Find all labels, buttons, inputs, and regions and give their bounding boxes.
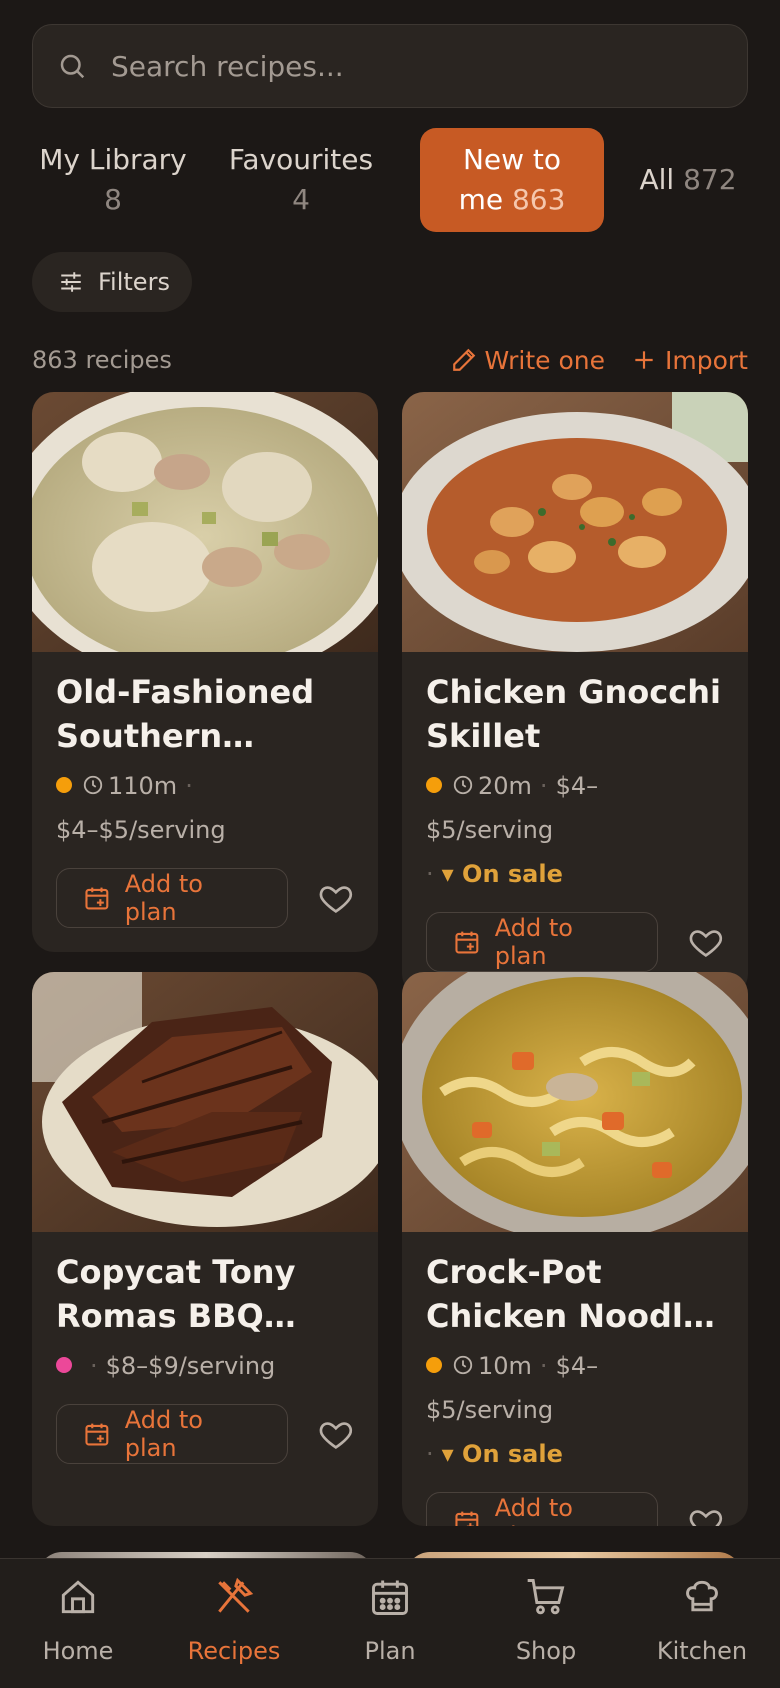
- recipe-price: $8–$9/serving: [105, 1352, 276, 1380]
- recipe-time: 10m: [478, 1352, 532, 1380]
- calendar-plus-icon: [85, 887, 109, 910]
- recipe-meta: 20m · $4–$5/serving · ▾ On sale: [426, 772, 599, 888]
- on-sale-badge[interactable]: ▾ On sale: [442, 860, 563, 888]
- heart-icon[interactable]: [688, 1504, 724, 1526]
- calendar-icon: [372, 1580, 408, 1615]
- nav-recipes[interactable]: Recipes: [156, 1559, 312, 1688]
- tab-favourites[interactable]: Favourites 4: [216, 128, 386, 232]
- import-button[interactable]: Import: [631, 346, 748, 375]
- import-label: Import: [665, 345, 748, 375]
- recipe-time: 20m: [478, 772, 532, 800]
- heart-icon[interactable]: [318, 1416, 354, 1452]
- tab-my-library[interactable]: My Library 8: [32, 128, 194, 232]
- recipe-card[interactable]: Copycat Tony Romas BBQ Baby Back Ribs ·$…: [32, 972, 378, 1526]
- calendar-plus-icon: [85, 1423, 109, 1446]
- cart-icon: [527, 1579, 565, 1615]
- recipe-photo: [402, 972, 748, 1232]
- recipe-time: 110m: [108, 772, 178, 800]
- tag-dot: [426, 1357, 442, 1373]
- recipe-meta: 10m · $4–$5/serving · ▾ On sale: [426, 1352, 599, 1468]
- nav-kitchen[interactable]: Kitchen: [624, 1559, 780, 1688]
- add-to-plan-button[interactable]: Add to plan: [56, 868, 289, 928]
- search-bar[interactable]: [32, 24, 748, 108]
- nav-home[interactable]: Home: [0, 1559, 156, 1688]
- chef-hat-icon: [686, 1580, 718, 1612]
- recipe-price: $4–$5/serving: [56, 816, 226, 844]
- search-input[interactable]: [111, 49, 747, 83]
- recipe-title: Copycat Tony Romas BBQ Baby Back Ribs: [56, 1253, 296, 1335]
- nav-label: Recipes: [187, 1637, 281, 1665]
- tab-count: 872: [683, 163, 737, 196]
- tab-new-to-me[interactable]: New to me 863: [420, 128, 604, 232]
- write-one-button[interactable]: Write one: [451, 346, 605, 375]
- pencil-icon: [452, 348, 475, 371]
- tab-label: My Library: [39, 143, 187, 176]
- tag-dot: [426, 777, 442, 793]
- tag-dot: [56, 1357, 72, 1373]
- recipe-meta: 110m · $4–$5/serving: [56, 772, 226, 844]
- clock-icon: [453, 1355, 473, 1375]
- filters-button[interactable]: Filters: [32, 252, 192, 312]
- search-icon: [60, 54, 85, 79]
- tag-dot: [56, 777, 72, 793]
- library-tabs: My Library 8 Favourites 4 New to me 863 …: [32, 128, 748, 232]
- recipe-photo: [32, 392, 378, 652]
- recipe-count: 863 recipes: [32, 346, 172, 374]
- clock-icon: [83, 775, 103, 795]
- recipe-card[interactable]: Crock-Pot Chicken Noodle Soup 10m·$4–$5/…: [402, 972, 748, 1526]
- recipe-title: Chicken Gnocchi Skillet: [426, 673, 721, 755]
- tab-label: Favourites: [228, 143, 374, 176]
- on-sale-badge[interactable]: ▾ On sale: [442, 1440, 563, 1468]
- recipe-card[interactable]: Chicken Gnocchi Skillet 20m · $4–$5/servin…: [402, 392, 748, 996]
- add-to-plan-button[interactable]: Add to plan: [426, 1492, 659, 1526]
- recipe-card[interactable]: Old-Fashioned Southern Chicken and Dumpl…: [32, 392, 378, 952]
- results-bar: 863 recipes Write one Import: [32, 340, 748, 380]
- utensils-icon: [218, 1577, 254, 1613]
- home-icon: [61, 1580, 95, 1614]
- calendar-plus-icon: [455, 931, 479, 954]
- recipe-meta: · $8–$9/serving: [56, 1344, 354, 1388]
- nav-shop[interactable]: Shop: [468, 1559, 624, 1688]
- tab-count: 863: [511, 183, 566, 216]
- nav-label: Shop: [515, 1637, 577, 1665]
- recipe-title: Old-Fashioned Southern Chicken and Dumpl…: [56, 673, 315, 755]
- add-to-plan-label: Add to plan: [124, 870, 203, 926]
- nav-label: Plan: [364, 1637, 416, 1665]
- sliders-icon: [61, 272, 81, 292]
- add-to-plan-label: Add to plan: [494, 1494, 573, 1526]
- recipe-photo: [32, 972, 378, 1232]
- recipe-title: Crock-Pot Chicken Noodle Soup: [426, 1253, 705, 1335]
- nav-label: Home: [42, 1637, 114, 1665]
- nav-label: Kitchen: [656, 1637, 748, 1665]
- clock-icon: [453, 775, 473, 795]
- tab-label: All: [639, 163, 675, 196]
- add-to-plan-button[interactable]: Add to plan: [426, 912, 659, 972]
- add-to-plan-label: Add to plan: [124, 1406, 203, 1462]
- tab-all[interactable]: All 872: [628, 128, 748, 232]
- tab-count: 8: [104, 183, 122, 216]
- recipe-photo: [402, 392, 748, 652]
- tab-count: 4: [292, 183, 310, 216]
- nav-plan[interactable]: Plan: [312, 1559, 468, 1688]
- heart-icon[interactable]: [688, 924, 724, 960]
- heart-icon[interactable]: [318, 880, 354, 916]
- plus-icon: [635, 351, 653, 369]
- filters-label: Filters: [98, 268, 170, 296]
- add-to-plan-label: Add to plan: [494, 914, 573, 970]
- add-to-plan-button[interactable]: Add to plan: [56, 1404, 289, 1464]
- calendar-plus-icon: [455, 1511, 479, 1526]
- bottom-navigation: Home Recipes Plan Shop Kitchen: [0, 1558, 780, 1688]
- write-one-label: Write one: [484, 345, 606, 375]
